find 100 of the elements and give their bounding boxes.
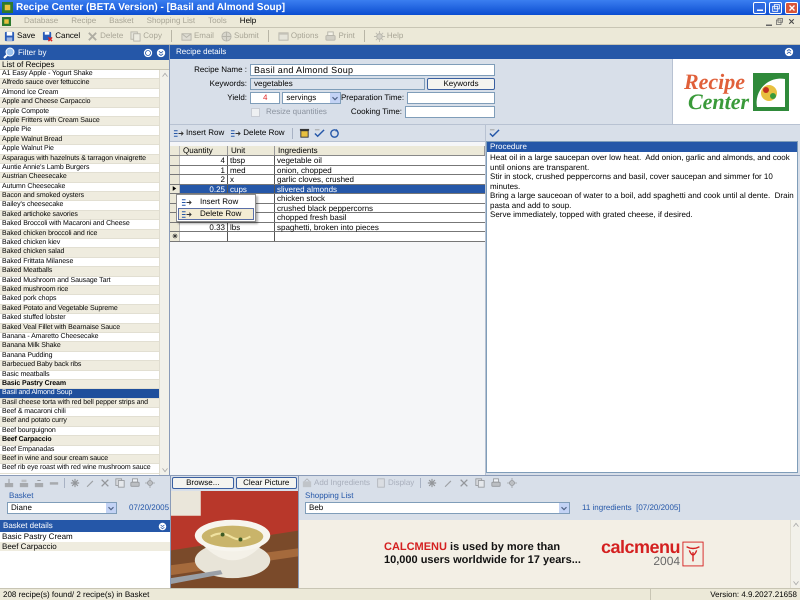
field-label: Yield: (226, 92, 248, 104)
procedure-text: Heat oil in a large saucepan over low heat. Add onion, garlic and almonds, and cook until onions are transparent. (490, 153, 791, 172)
table-cell: chicken stock (277, 194, 326, 203)
field-label: Recipe Name : (193, 64, 248, 76)
table-cell: 0.33 (209, 222, 225, 232)
status-text: Version: 4.9.2027.21658 (650, 589, 800, 600)
table-cell: 4 (220, 156, 225, 165)
input-field[interactable] (405, 106, 495, 118)
help-icon (143, 48, 153, 58)
pages-icon (475, 478, 486, 488)
grid-row[interactable]: 4 tbsp vegetable oil (170, 156, 485, 166)
column-header[interactable]: Unit (228, 146, 275, 155)
delete-row-icon (181, 208, 192, 220)
close-icon (787, 16, 796, 26)
column-header[interactable]: Quantity (180, 146, 228, 155)
column-header[interactable]: Ingredients (275, 146, 485, 155)
table-cell: crushed black peppercorns (277, 204, 374, 212)
scrollbar[interactable] (790, 520, 800, 588)
unit-dropdown[interactable]: servings (282, 92, 341, 104)
row-header[interactable] (170, 232, 180, 240)
shopping-list-dropdown[interactable]: Beb (305, 502, 570, 514)
pencil-icon (85, 478, 95, 488)
toolbar-button[interactable]: Cancel (40, 29, 82, 43)
minimize-button[interactable] (753, 2, 766, 14)
table-cell: vegetable oil (277, 156, 322, 165)
document-icon (376, 478, 386, 488)
status-text: 208 recipe(s) found/ 2 recipe(s) in Basket (2, 589, 150, 600)
toolbar-button[interactable]: Delete Row (229, 126, 286, 140)
gear-icon (507, 478, 518, 488)
row-pointer-icon (171, 185, 178, 192)
printer-icon (325, 30, 336, 42)
scroll-down-icon (160, 465, 169, 475)
table-cell: med (230, 166, 246, 174)
table-cell: chopped fresh basil (277, 213, 346, 222)
table-cell: cups (230, 184, 247, 194)
tray-icon (19, 478, 29, 488)
basket-date: 07/20/2005 (129, 502, 170, 514)
logo-text: Recipe (684, 72, 746, 92)
printer-icon (130, 478, 140, 488)
field-label: Cooking Time: (350, 106, 403, 118)
toolbar-button[interactable]: Save (2, 29, 38, 43)
gear-icon (374, 30, 385, 42)
menu-item[interactable]: Delete Row (178, 208, 254, 220)
table-cell: garlic cloves, crushed (277, 175, 354, 184)
picture-button[interactable]: Clear Picture (236, 477, 297, 489)
asterisk-icon (70, 478, 80, 488)
insert-row-icon (173, 128, 184, 138)
new-row-icon (172, 233, 178, 240)
menu-item[interactable]: Help (240, 15, 256, 27)
window-title: Recipe Center (BETA Version) - [Basil and Almond Soup] (16, 1, 286, 15)
input-field[interactable]: Basil and Almond Soup (250, 64, 495, 76)
basket-details-title: Basket details (3, 520, 54, 532)
field-label: Shopping List (304, 490, 354, 501)
basket-dropdown[interactable]: Diane (7, 502, 117, 514)
refresh-icon (328, 128, 340, 138)
checkbox-label: Resize quantities (266, 106, 327, 118)
field-label: Keywords: (208, 78, 248, 90)
delete-row-icon (230, 128, 242, 138)
scroll-up-icon (160, 70, 169, 80)
field-label: Basket (8, 490, 34, 501)
table-cell: 0.25 (209, 184, 225, 194)
procedure-text: Serve immediately, topped with grated cheese, if desired. (490, 210, 694, 220)
field-label: Preparation Time: (340, 92, 406, 104)
input-field[interactable] (407, 92, 496, 104)
table-cell: 1 (220, 166, 225, 174)
picture-button[interactable]: Browse... (172, 477, 234, 489)
pages-icon (130, 30, 142, 42)
spellcheck-icon (314, 128, 325, 138)
printer-icon (491, 478, 502, 488)
table-cell: 2 (220, 175, 225, 184)
floppy-cancel-icon (42, 30, 54, 42)
close-button[interactable] (785, 2, 798, 14)
yield-field[interactable]: 4 (250, 92, 280, 104)
table-cell: tbsp (230, 156, 246, 165)
pages-icon (115, 478, 125, 488)
procedure-text: Stir in stock, crushed peppercorns and basil, cover saucepan and simmer for 10 minutes. (490, 172, 774, 191)
table-cell: x (230, 175, 234, 184)
table-cell: onion, chopped (277, 166, 332, 174)
filter-title: Filter by (18, 46, 48, 58)
details-title: Recipe details (176, 46, 228, 58)
window-icon (278, 30, 289, 42)
table-cell: spaghetti, broken into pieces (277, 222, 379, 232)
restore-button[interactable] (769, 2, 782, 14)
toolbar-button[interactable]: Insert Row (172, 126, 226, 140)
scroll-down-icon (791, 578, 800, 588)
cross-icon (87, 30, 98, 42)
grid-row[interactable]: 2 x garlic cloves, crushed (170, 175, 485, 184)
keywords-button[interactable]: Keywords (427, 78, 495, 90)
spellcheck-icon (489, 128, 500, 138)
cross-icon (100, 478, 110, 488)
vegetable-plate-icon (753, 72, 790, 110)
logo-text: calcmenu (601, 540, 680, 554)
asterisk-icon (427, 478, 438, 488)
ad-text: CALCMENU is used by more than 10,000 users worldwide for 17 years... (384, 541, 582, 567)
procedure-field[interactable] (487, 152, 797, 472)
input-field[interactable]: vegetables (250, 78, 425, 90)
search-icon (3, 46, 15, 58)
cross-icon (459, 478, 470, 488)
document-icon (2, 16, 11, 26)
scrollbar[interactable] (159, 70, 169, 475)
